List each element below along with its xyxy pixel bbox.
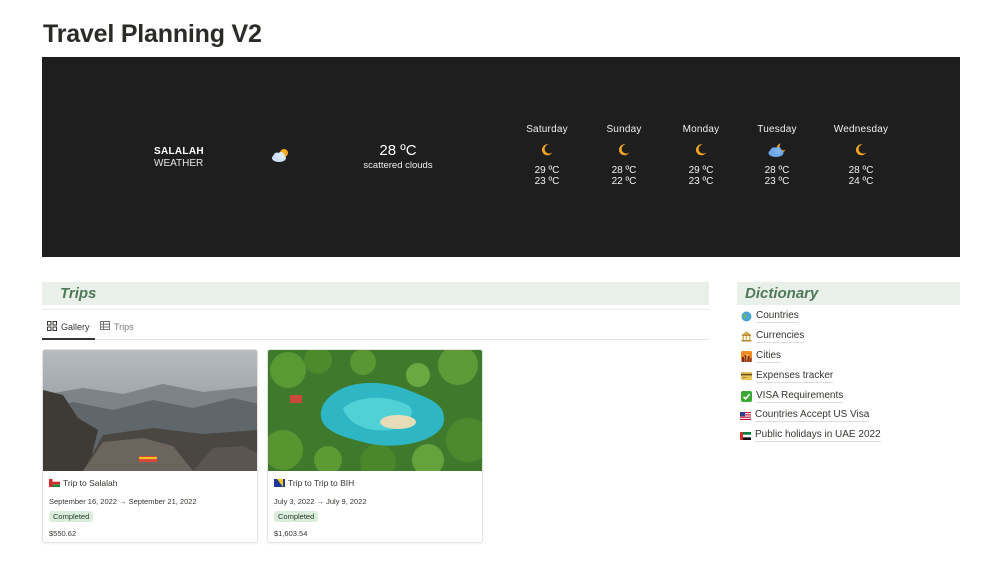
forecast-low: 22 ºC — [611, 176, 637, 187]
dictionary-item-label: Currencies — [756, 330, 805, 344]
forecast-high: 28 ºC — [764, 165, 790, 176]
check-mark-icon — [740, 390, 752, 402]
city-sunset-icon — [740, 350, 752, 362]
forecast-high: 28 ºC — [848, 165, 874, 176]
cloud-moon-icon — [742, 143, 812, 159]
dictionary-item-cities[interactable]: Cities — [740, 347, 881, 367]
trips-heading: Trips — [42, 282, 709, 305]
view-tabs: Gallery Trips — [42, 317, 709, 340]
bank-icon — [740, 331, 752, 343]
bosnia-flag-icon — [274, 479, 285, 487]
dictionary-heading: Dictionary — [737, 282, 960, 305]
forecast-low: 24 ºC — [848, 176, 874, 187]
tab-gallery[interactable]: Gallery — [42, 321, 94, 340]
trip-cover-image — [43, 350, 257, 471]
forecast-low: 23 ºC — [764, 176, 790, 187]
forecast-day: Wednesday 28 ºC 24 ºC — [826, 124, 896, 187]
trip-title: Trip to Trip to BIH — [274, 478, 476, 488]
moon-icon — [826, 143, 896, 159]
us-flag-icon — [740, 411, 751, 420]
current-temperature: 28 ºC — [379, 142, 417, 159]
current-description: scattered clouds — [363, 160, 433, 171]
trip-title-text: Trip to Trip to BIH — [288, 478, 355, 488]
forecast-low: 23 ºC — [534, 176, 560, 187]
trip-title: Trip to Salalah — [49, 478, 251, 488]
trip-dates: July 3, 2022 → July 9, 2022 — [274, 497, 367, 506]
trip-dates: September 16, 2022 → September 21, 2022 — [49, 497, 197, 506]
dictionary-item-visa-requirements[interactable]: VISA Requirements — [740, 386, 881, 406]
forecast-high: 29 ºC — [534, 165, 560, 176]
tab-trips[interactable]: Trips — [100, 321, 134, 332]
dictionary-item-label: VISA Requirements — [756, 389, 844, 403]
divider — [42, 309, 709, 310]
forecast-day-name: Sunday — [606, 124, 642, 135]
trip-card[interactable]: Trip to Salalah September 16, 2022 → Sep… — [42, 349, 258, 543]
table-icon — [100, 321, 110, 332]
moon-icon — [512, 143, 582, 159]
moon-icon — [589, 143, 659, 159]
uae-flag-icon — [740, 431, 751, 440]
status-badge: Completed — [49, 511, 94, 522]
forecast-day: Sunday 28 ºC 22 ºC — [589, 124, 659, 187]
credit-card-icon — [740, 370, 752, 382]
dictionary-item-expenses-tracker[interactable]: Expenses tracker — [740, 366, 881, 386]
dictionary-item-label: Expenses tracker — [756, 369, 834, 383]
dictionary-item-currencies[interactable]: Currencies — [740, 327, 881, 347]
globe-icon — [740, 311, 752, 323]
trip-price: $550.62 — [49, 529, 77, 538]
trip-card[interactable]: Trip to Trip to BIH July 3, 2022 → July … — [267, 349, 483, 543]
dictionary-item-label: Countries — [756, 310, 799, 324]
tab-label: Trips — [114, 321, 134, 332]
oman-flag-icon — [49, 479, 60, 487]
forecast-low: 23 ºC — [688, 176, 714, 187]
weather-location: SALALAH WEATHER — [154, 146, 204, 170]
forecast-day: Tuesday 28 ºC 23 ºC — [742, 124, 812, 187]
dictionary-item-countries[interactable]: Countries — [740, 307, 881, 327]
page-title: Travel Planning V2 — [43, 20, 262, 48]
forecast-day-name: Wednesday — [833, 124, 889, 135]
partly-cloudy-icon — [271, 148, 291, 168]
weather-city: SALALAH — [154, 146, 204, 157]
forecast-day: Saturday 29 ºC 23 ºC — [512, 124, 582, 187]
forecast-day-name: Tuesday — [757, 124, 797, 135]
trip-price: $1,603.54 — [274, 529, 308, 538]
forecast-high: 29 ºC — [688, 165, 714, 176]
forecast-high: 28 ºC — [611, 165, 637, 176]
dictionary-list: Countries Currencies Cities Expenses tra… — [740, 307, 881, 446]
weather-subtitle: WEATHER — [154, 158, 204, 169]
trip-title-text: Trip to Salalah — [63, 478, 118, 488]
trip-cover-image — [268, 350, 482, 471]
moon-icon — [666, 143, 736, 159]
current-weather: 28 ºC scattered clouds — [342, 142, 454, 171]
forecast-day-name: Saturday — [526, 124, 568, 135]
dictionary-item-label: Public holidays in UAE 2022 — [755, 429, 881, 443]
gallery-icon — [47, 321, 57, 333]
status-badge: Completed — [274, 511, 319, 522]
tab-label: Gallery — [61, 322, 90, 332]
dictionary-item-countries-accept-us-visa[interactable]: Countries Accept US Visa — [740, 406, 881, 426]
dictionary-item-public-holidays-uae[interactable]: Public holidays in UAE 2022 — [740, 426, 881, 446]
forecast-day: Monday 29 ºC 23 ºC — [666, 124, 736, 187]
dictionary-item-label: Countries Accept US Visa — [755, 409, 870, 423]
weather-widget[interactable]: SALALAH WEATHER 28 ºC scattered clouds S… — [42, 57, 960, 257]
forecast-day-name: Monday — [682, 124, 720, 135]
dictionary-item-label: Cities — [756, 349, 782, 363]
